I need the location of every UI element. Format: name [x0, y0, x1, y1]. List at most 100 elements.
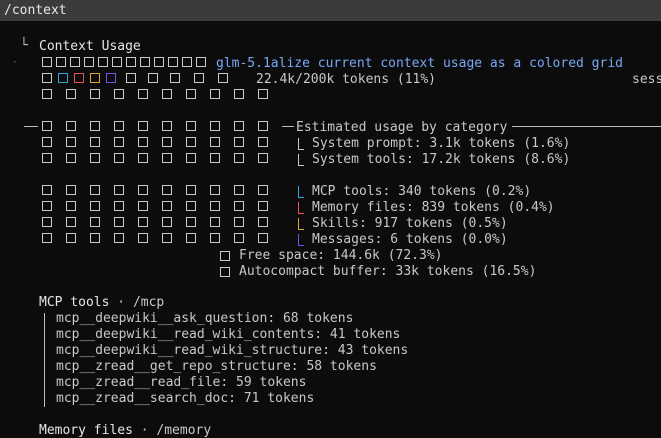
grid-cell [66, 217, 76, 227]
grid-cell [258, 233, 268, 243]
grid-cell [258, 121, 268, 131]
grid-cell [258, 89, 268, 99]
legend-item-label: System prompt: 3.1k tokens (1.6%) [312, 136, 571, 151]
mcp-tool-item: mcp__zread__read_file: 59 tokens [56, 375, 307, 390]
grid-cell [210, 121, 220, 131]
context-usage-title: Context Usage [39, 39, 141, 54]
legend-box-icon [220, 251, 230, 261]
grid-cell [138, 137, 148, 147]
grid-cell [90, 137, 100, 147]
grid-cell-purple [106, 73, 116, 83]
legend-marker-icon [298, 234, 304, 246]
grid-cell [234, 185, 244, 195]
grid-cell [90, 201, 100, 211]
tokens-line: 22.4k/200k tokens (11%) [256, 72, 437, 87]
grid-cell [126, 73, 136, 83]
mcp-tool-item: mcp__deepwiki__read_wiki_structure: 43 t… [56, 343, 409, 358]
grid-cell [162, 233, 172, 243]
grid-cell [234, 121, 244, 131]
grid-cell [42, 73, 52, 83]
grid-cell [56, 57, 66, 67]
grid-cell [42, 57, 52, 67]
grid-cell [210, 201, 220, 211]
grid-cell [90, 121, 100, 131]
grid-cell [90, 89, 100, 99]
grid-cell [114, 89, 124, 99]
grid-cell [210, 137, 220, 147]
divider-mid [282, 126, 294, 127]
mcp-tool-item: mcp__zread__get_repo_structure: 58 token… [56, 359, 377, 374]
legend-marker-icon [298, 138, 304, 150]
grid-cell [210, 185, 220, 195]
grid-cell [138, 233, 148, 243]
grid-cell [42, 89, 52, 99]
session-overflow-text: sess [632, 72, 661, 87]
grid-cell [194, 73, 204, 83]
grid-cell [90, 217, 100, 227]
grid-cell [210, 153, 220, 163]
grid-cell [84, 57, 94, 67]
grid-cell-red [74, 73, 84, 83]
grid-cell [186, 121, 196, 131]
tree-connector: └ [20, 38, 28, 53]
grid-cell [234, 233, 244, 243]
status-dot: · [12, 58, 18, 68]
grid-cell [168, 57, 178, 67]
grid-cell [66, 89, 76, 99]
grid-cell [186, 185, 196, 195]
mcp-tool-item: mcp__deepwiki__read_wiki_contents: 41 to… [56, 327, 401, 342]
grid-cell [186, 137, 196, 147]
grid-cell [138, 89, 148, 99]
grid-cell [42, 121, 52, 131]
grid-cell [186, 89, 196, 99]
grid-cell [42, 153, 52, 163]
grid-cell [114, 201, 124, 211]
grid-cell [138, 201, 148, 211]
grid-cell [138, 153, 148, 163]
grid-cell [258, 153, 268, 163]
grid-cell [42, 185, 52, 195]
command-label: /context [4, 3, 67, 18]
mcp-tool-item: mcp__deepwiki__ask_question: 68 tokens [56, 311, 354, 326]
grid-cell [258, 217, 268, 227]
grid-cell [154, 57, 164, 67]
grid-cell [98, 57, 108, 67]
grid-cell-cyan [58, 73, 68, 83]
grid-cell [66, 201, 76, 211]
grid-cell [162, 137, 172, 147]
grid-cell [126, 57, 136, 67]
grid-cell [90, 233, 100, 243]
grid-cell [210, 89, 220, 99]
legend-marker-icon [298, 218, 304, 230]
grid-cell [42, 217, 52, 227]
grid-cell [186, 217, 196, 227]
grid-cell [42, 233, 52, 243]
grid-cell [210, 217, 220, 227]
grid-cell [114, 185, 124, 195]
legend-item-label: Skills: 917 tokens (0.5%) [312, 216, 508, 231]
grid-cell [114, 233, 124, 243]
grid-cell-orange [90, 73, 100, 83]
legend-item-label: MCP tools: 340 tokens (0.2%) [312, 184, 532, 199]
divider-left [24, 126, 38, 127]
legend-item-label: Memory files: 839 tokens (0.4%) [312, 200, 555, 215]
grid-cell [162, 89, 172, 99]
grid-cell [90, 153, 100, 163]
grid-cell [170, 73, 180, 83]
grid-cell [66, 233, 76, 243]
grid-cell [140, 57, 150, 67]
mcp-tools-tree-line [44, 313, 45, 407]
grid-cell [186, 153, 196, 163]
grid-cell [196, 57, 206, 67]
grid-cell [162, 217, 172, 227]
grid-cell [42, 201, 52, 211]
grid-cell [66, 121, 76, 131]
grid-cell [234, 153, 244, 163]
legend-item-label: Messages: 6 tokens (0.0%) [312, 232, 508, 247]
grid-cell [138, 217, 148, 227]
mcp-tool-item: mcp__zread__search_doc: 71 tokens [56, 391, 315, 406]
grid-cell [148, 73, 158, 83]
grid-cell [66, 137, 76, 147]
grid-cell [258, 137, 268, 147]
grid-cell [258, 185, 268, 195]
